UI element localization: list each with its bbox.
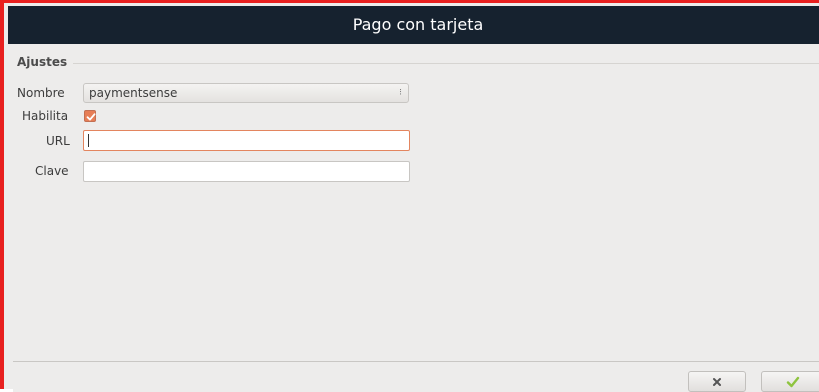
key-label: Clave — [35, 164, 69, 178]
key-input[interactable] — [83, 161, 410, 182]
close-icon — [713, 378, 721, 386]
group-divider — [73, 63, 819, 64]
checkmark-icon — [786, 376, 800, 388]
title-bar[interactable]: Pago con tarjeta — [8, 6, 819, 44]
check-icon — [86, 113, 96, 121]
dialog-footer — [13, 362, 819, 392]
name-combobox[interactable]: paymentsense ⁝ — [83, 83, 409, 103]
updown-arrow-icon: ⁝ — [399, 88, 402, 98]
name-combobox-value: paymentsense — [89, 86, 178, 100]
name-label: Nombre — [17, 86, 65, 100]
text-cursor — [88, 134, 89, 147]
settings-group-title: Ajustes — [17, 55, 68, 69]
enable-checkbox[interactable] — [84, 110, 96, 122]
settings-panel: Ajustes Nombre paymentsense ⁝ Habilita U… — [13, 47, 819, 362]
window-title: Pago con tarjeta — [352, 15, 484, 34]
url-input[interactable] — [83, 130, 410, 151]
dialog-window: Pago con tarjeta Ajustes Nombre payments… — [0, 0, 819, 392]
enable-label: Habilita — [22, 109, 69, 123]
url-label: URL — [46, 134, 70, 148]
